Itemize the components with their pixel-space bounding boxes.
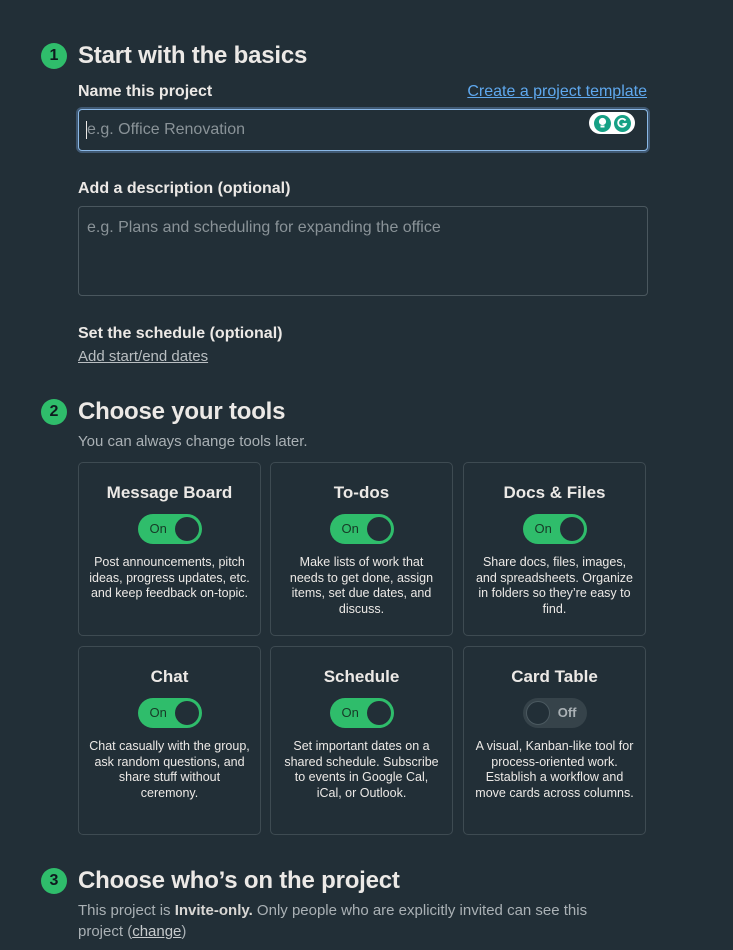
tools-subtitle: You can always change tools later. xyxy=(78,433,308,450)
step-title: Choose your tools xyxy=(78,398,286,425)
tool-toggle[interactable]: On xyxy=(329,698,394,728)
toggle-state-label: On xyxy=(149,705,167,720)
step-1-header: 1 Start with the basics xyxy=(41,42,307,70)
step-title: Choose who’s on the project xyxy=(78,867,400,894)
toggle-knob xyxy=(174,701,199,725)
step-number-badge: 2 xyxy=(41,399,67,425)
project-name-input[interactable] xyxy=(87,121,647,139)
change-access-link[interactable]: change xyxy=(132,923,181,940)
create-template-link[interactable]: Create a project template xyxy=(467,83,647,101)
writing-assistant-widget[interactable] xyxy=(589,112,635,134)
privacy-text: This project is xyxy=(78,902,175,919)
step-number-badge: 3 xyxy=(41,868,67,894)
tool-description: Post announcements, pitch ideas, progres… xyxy=(89,555,250,600)
toggle-knob xyxy=(525,701,550,725)
toggle-state-label: On xyxy=(341,521,359,536)
access-level: Invite-only. xyxy=(174,902,253,919)
tool-name: Chat xyxy=(150,667,189,686)
toggle-knob xyxy=(366,517,391,541)
text-caret xyxy=(86,121,87,139)
grammarly-icon[interactable] xyxy=(613,114,631,132)
description-input[interactable] xyxy=(87,217,639,287)
tool-card-message-board: Message Board On Post announcements, pit… xyxy=(78,462,261,636)
step-2-header: 2 Choose your tools xyxy=(41,398,285,426)
tool-name: Docs & Files xyxy=(503,483,606,502)
tool-toggle[interactable]: On xyxy=(329,514,394,544)
description-label: Add a description (optional) xyxy=(78,180,291,197)
tool-toggle[interactable]: On xyxy=(522,514,587,544)
new-project-page: 1 Start with the basics Name this projec… xyxy=(0,0,733,950)
toggle-state-label: Off xyxy=(557,705,577,720)
toggle-state-label: On xyxy=(341,705,359,720)
toggle-state-label: On xyxy=(149,521,167,536)
tool-description: Set important dates on a shared schedule… xyxy=(284,739,439,800)
description-field-wrapper xyxy=(78,206,648,296)
toggle-knob xyxy=(366,701,391,725)
tool-toggle[interactable]: On xyxy=(137,514,202,544)
tool-description: Chat casually with the group, ask random… xyxy=(89,739,250,800)
step-3-header: 3 Choose who’s on the project xyxy=(41,867,400,895)
tool-card-todos: To-dos On Make lists of work that needs … xyxy=(270,462,453,636)
privacy-text: ) xyxy=(181,923,187,940)
tool-toggle[interactable]: On xyxy=(137,698,202,728)
step-title: Start with the basics xyxy=(78,42,308,69)
tool-card-chat: Chat On Chat casually with the group, as… xyxy=(78,646,261,835)
tool-toggle[interactable]: Off xyxy=(522,698,587,728)
project-name-field-wrapper xyxy=(78,109,648,151)
lightbulb-icon[interactable] xyxy=(593,114,611,132)
tool-card-card-table: Card Table Off A visual, Kanban-like too… xyxy=(463,646,646,835)
add-dates-link[interactable]: Add start/end dates xyxy=(78,348,208,365)
tool-name: Card Table xyxy=(511,667,598,686)
toggle-state-label: On xyxy=(534,521,552,536)
step-number-badge: 1 xyxy=(41,43,67,69)
toggle-knob xyxy=(174,517,199,541)
tool-card-docs-files: Docs & Files On Share docs, files, image… xyxy=(463,462,646,636)
tool-name: Message Board xyxy=(106,483,233,502)
toggle-knob xyxy=(559,517,584,541)
tool-description: Make lists of work that needs to get don… xyxy=(289,555,434,616)
tool-name: To-dos xyxy=(333,483,390,502)
schedule-label: Set the schedule (optional) xyxy=(78,325,283,342)
tool-name: Schedule xyxy=(323,667,400,686)
tool-description: Share docs, files, images, and spreadshe… xyxy=(475,555,634,616)
privacy-description: This project is Invite-only. Only people… xyxy=(78,900,598,942)
tool-card-schedule: Schedule On Set important dates on a sha… xyxy=(270,646,453,835)
project-name-label: Name this project xyxy=(78,83,213,100)
tool-description: A visual, Kanban-like tool for process-o… xyxy=(475,739,634,800)
